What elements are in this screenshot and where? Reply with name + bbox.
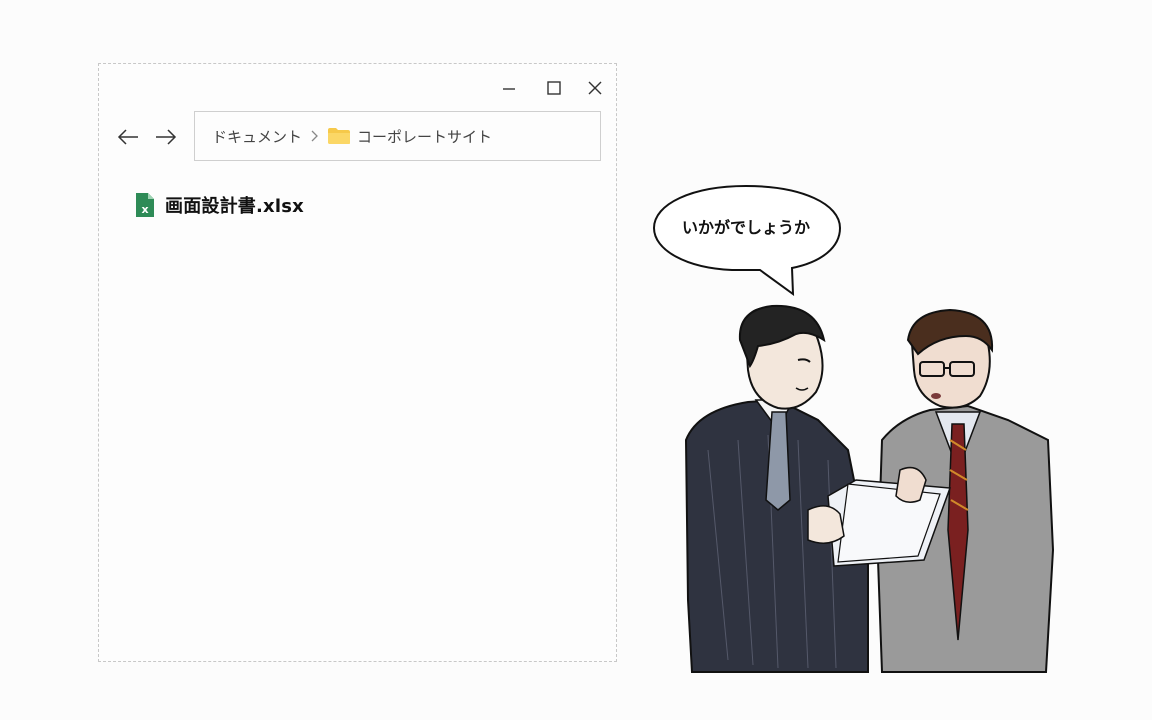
businessmen-illustration: [684, 304, 1055, 673]
close-button[interactable]: [580, 76, 610, 100]
breadcrumb-root[interactable]: ドキュメント: [212, 126, 302, 147]
minimize-icon: [503, 88, 515, 90]
arrow-right-icon: [156, 129, 177, 145]
arrow-left-icon: [117, 129, 138, 145]
file-list-item[interactable]: x 画面設計書.xlsx: [135, 192, 304, 218]
file-explorer-window: ドキュメント コーポレートサイト x 画面設計書.xlsx: [98, 63, 617, 662]
file-name: 画面設計書.xlsx: [165, 196, 304, 217]
address-bar[interactable]: ドキュメント コーポレートサイト: [194, 111, 601, 161]
forward-button[interactable]: [151, 124, 181, 150]
maximize-button[interactable]: [539, 76, 569, 100]
excel-file-icon: x: [135, 192, 155, 218]
back-button[interactable]: [113, 124, 143, 150]
breadcrumb-folder[interactable]: コーポレートサイト: [357, 126, 492, 147]
maximize-icon: [547, 81, 561, 95]
folder-icon: [327, 127, 351, 145]
speech-bubble: いかがでしょうか: [652, 184, 844, 296]
minimize-button[interactable]: [494, 76, 524, 100]
svg-text:x: x: [141, 203, 148, 216]
close-icon: [588, 81, 602, 95]
chevron-right-icon: [311, 130, 319, 142]
speech-bubble-text: いかがでしょうか: [681, 218, 810, 237]
